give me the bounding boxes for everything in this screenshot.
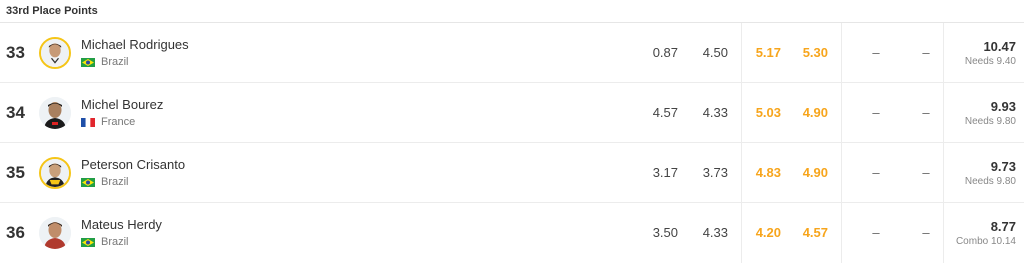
rank: 36 xyxy=(6,223,25,242)
counting-wave-score: 4.90 xyxy=(802,165,828,180)
wave-score: 4.33 xyxy=(702,105,728,120)
empty-wave-score: – xyxy=(922,165,930,180)
country-name: Brazil xyxy=(101,176,129,188)
empty-wave-score: – xyxy=(922,105,930,120)
rank: 33 xyxy=(6,43,25,62)
athlete-photo-icon xyxy=(39,217,71,249)
wave-score: 3.73 xyxy=(702,165,728,180)
brazil-flag-icon xyxy=(81,57,95,67)
empty-wave-score: – xyxy=(922,225,930,240)
heat-total: 8.77 xyxy=(990,219,1016,234)
section-title: 33rd Place Points xyxy=(0,0,1024,23)
counting-wave-score: 5.30 xyxy=(802,45,828,60)
empty-wave-score: – xyxy=(872,225,880,240)
athlete-name[interactable]: Mateus Herdy xyxy=(81,217,162,232)
rank: 35 xyxy=(6,163,25,182)
heat-total: 10.47 xyxy=(983,39,1016,54)
wave-score: 4.50 xyxy=(702,45,728,60)
combo-score: Combo 10.14 xyxy=(955,236,1016,247)
counting-wave-score: 4.57 xyxy=(802,225,828,240)
athlete-row[interactable]: 34 Michel Bourez France 4.57 4.33 5.03 4… xyxy=(0,83,1024,143)
counting-wave-score: 4.90 xyxy=(802,105,828,120)
wave-score: 3.50 xyxy=(652,225,678,240)
heat-results-table: 33 Michael Rodrigues Brazil 0.87 4.50 5.… xyxy=(0,23,1024,263)
wave-score: 4.33 xyxy=(702,225,728,240)
athlete-country: Brazil xyxy=(81,236,129,248)
wave-score: 3.17 xyxy=(652,165,678,180)
athlete-avatar[interactable] xyxy=(39,97,71,129)
wave-score: 0.87 xyxy=(652,45,678,60)
athlete-row[interactable]: 33 Michael Rodrigues Brazil 0.87 4.50 5.… xyxy=(0,23,1024,83)
athlete-photo-icon xyxy=(41,39,69,67)
counting-wave-score: 4.83 xyxy=(755,165,781,180)
athlete-avatar[interactable] xyxy=(39,157,71,189)
empty-wave-score: – xyxy=(872,165,880,180)
brazil-flag-icon xyxy=(81,177,95,187)
athlete-avatar[interactable] xyxy=(39,217,71,249)
france-flag-icon xyxy=(81,117,95,127)
country-name: France xyxy=(101,116,136,128)
empty-wave-score: – xyxy=(922,45,930,60)
needs-score: Needs 9.80 xyxy=(964,116,1016,127)
country-name: Brazil xyxy=(101,236,129,248)
athlete-row[interactable]: 36 Mateus Herdy Brazil 3.50 4.33 4.20 4.… xyxy=(0,203,1024,263)
counting-wave-score: 4.20 xyxy=(755,225,781,240)
counting-wave-score: 5.17 xyxy=(755,45,781,60)
heat-total: 9.73 xyxy=(990,159,1016,174)
athlete-name[interactable]: Michel Bourez xyxy=(81,97,163,112)
counting-wave-score: 5.03 xyxy=(755,105,781,120)
empty-wave-score: – xyxy=(872,45,880,60)
country-name: Brazil xyxy=(101,56,129,68)
athlete-photo-icon xyxy=(41,159,69,187)
athlete-name[interactable]: Peterson Crisanto xyxy=(81,157,185,172)
athlete-country: France xyxy=(81,116,135,128)
brazil-flag-icon xyxy=(81,237,95,247)
heat-total: 9.93 xyxy=(990,99,1016,114)
athlete-photo-icon xyxy=(39,97,71,129)
athlete-avatar[interactable] xyxy=(39,37,71,69)
needs-score: Needs 9.40 xyxy=(964,56,1016,67)
rank: 34 xyxy=(6,103,25,122)
athlete-country: Brazil xyxy=(81,176,129,188)
athlete-name[interactable]: Michael Rodrigues xyxy=(81,37,189,52)
empty-wave-score: – xyxy=(872,105,880,120)
athlete-row[interactable]: 35 Peterson Crisanto Brazil 3.17 3.73 4.… xyxy=(0,143,1024,203)
needs-score: Needs 9.80 xyxy=(964,176,1016,187)
athlete-country: Brazil xyxy=(81,56,129,68)
wave-score: 4.57 xyxy=(652,105,678,120)
